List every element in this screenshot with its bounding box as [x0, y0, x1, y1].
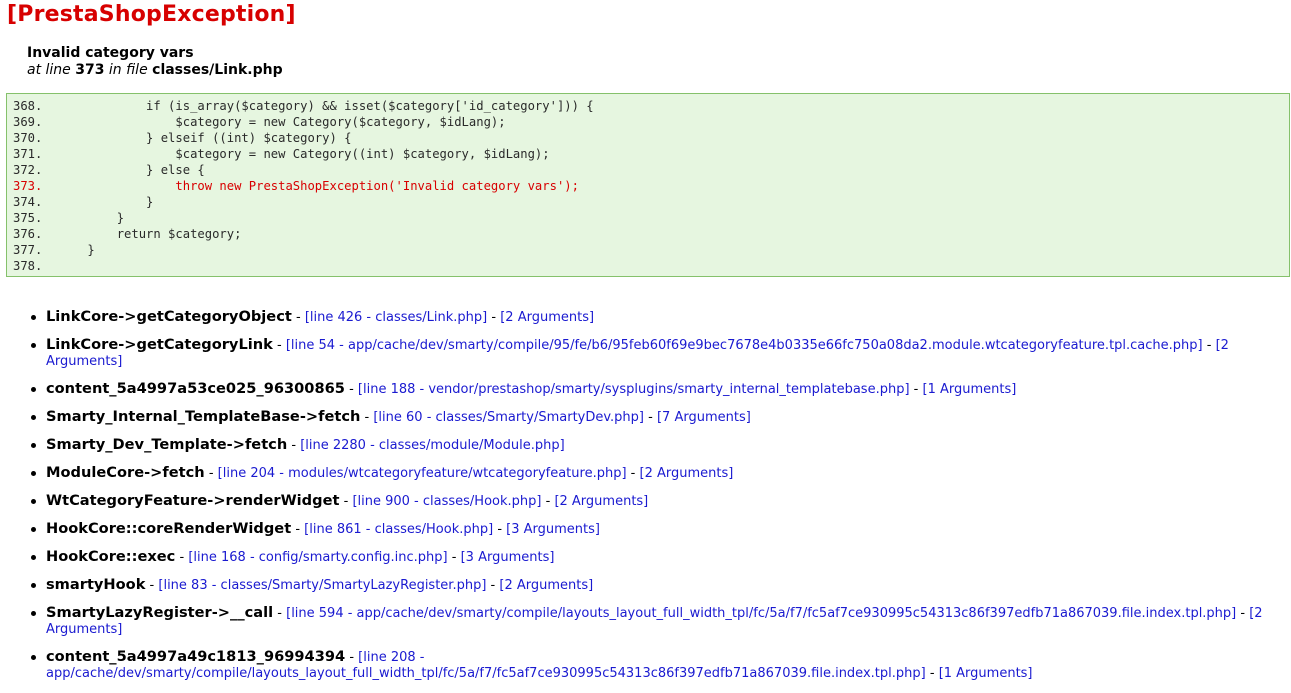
trace-arguments-link[interactable]: [1 Arguments]: [939, 666, 1033, 681]
trace-function: ModuleCore->fetch: [46, 464, 205, 481]
code-line: 374. }: [13, 194, 153, 210]
at-line-prefix: at line: [27, 62, 76, 78]
trace-item: SmartyLazyRegister->__call - [line 594 -…: [28, 605, 1288, 638]
trace-item: ModuleCore->fetch - [line 204 - modules/…: [28, 465, 1288, 482]
trace-location-link[interactable]: [line 83 - classes/Smarty/SmartyLazyRegi…: [158, 578, 486, 593]
line-number: 370.: [13, 131, 43, 145]
trace-item: HookCore::exec - [line 168 - config/smar…: [28, 549, 1288, 566]
trace-arguments-link[interactable]: [2 Arguments]: [500, 310, 594, 325]
code-text: }: [58, 243, 95, 257]
trace-location-link[interactable]: [line 188 - vendor/prestashop/smarty/sys…: [358, 382, 910, 397]
line-number: 377.: [13, 243, 43, 257]
line-number: 371.: [13, 147, 43, 161]
line-number: 375.: [13, 211, 43, 225]
exception-message: Invalid category vars: [27, 45, 194, 61]
trace-location-link[interactable]: [line 204 - modules/wtcategoryfeature/wt…: [218, 466, 627, 481]
code-text: }: [58, 195, 154, 209]
trace-arguments-link[interactable]: [1 Arguments]: [923, 382, 1017, 397]
line-number: 372.: [13, 163, 43, 177]
trace-location-link[interactable]: [line 426 - classes/Link.php]: [305, 310, 487, 325]
code-line: 378.: [13, 258, 58, 274]
trace-location-link[interactable]: [line 168 - config/smarty.config.inc.php…: [188, 550, 447, 565]
code-line: 377. }: [13, 242, 95, 258]
code-excerpt: 368. if (is_array($category) && isset($c…: [6, 93, 1290, 277]
line-number: 374.: [13, 195, 43, 209]
trace-function: Smarty_Dev_Template->fetch: [46, 436, 288, 453]
trace-arguments-link[interactable]: [3 Arguments]: [461, 550, 555, 565]
exception-line: 373: [75, 62, 105, 78]
trace-function: Smarty_Internal_TemplateBase->fetch: [46, 408, 361, 425]
exception-location: at line 373 in file classes/Link.php: [27, 62, 283, 78]
code-text: if (is_array($category) && isset($catego…: [58, 99, 594, 113]
trace-item: content_5a4997a49c1813_96994394 - [line …: [28, 649, 1288, 682]
trace-item: LinkCore->getCategoryObject - [line 426 …: [28, 309, 1288, 326]
code-line: 372. } else {: [13, 162, 205, 178]
line-number: 373.: [13, 179, 43, 193]
code-text: $category = new Category((int) $category…: [58, 147, 550, 161]
trace-arguments-link[interactable]: [2 Arguments]: [640, 466, 734, 481]
in-file-text: in file: [104, 62, 153, 78]
code-line: 368. if (is_array($category) && isset($c…: [13, 98, 594, 114]
trace-function: smartyHook: [46, 576, 146, 593]
trace-item: Smarty_Dev_Template->fetch - [line 2280 …: [28, 437, 1288, 454]
trace-function: HookCore::exec: [46, 548, 176, 565]
trace-function: WtCategoryFeature->renderWidget: [46, 492, 340, 509]
line-number: 378.: [13, 259, 43, 273]
code-text: throw new PrestaShopException('Invalid c…: [58, 179, 579, 193]
trace-arguments-link[interactable]: [7 Arguments]: [657, 410, 751, 425]
trace-function: LinkCore->getCategoryLink: [46, 336, 273, 353]
code-line: 371. $category = new Category((int) $cat…: [13, 146, 550, 162]
trace-location-link[interactable]: [line 54 - app/cache/dev/smarty/compile/…: [286, 338, 1203, 353]
code-line: 375. }: [13, 210, 124, 226]
trace-location-link[interactable]: [line 900 - classes/Hook.php]: [352, 494, 541, 509]
trace-location-link[interactable]: [line 861 - classes/Hook.php]: [304, 522, 493, 537]
code-text: $category = new Category($category, $idL…: [58, 115, 506, 129]
trace-function: content_5a4997a49c1813_96994394: [46, 648, 346, 665]
trace-function: SmartyLazyRegister->__call: [46, 604, 274, 621]
trace-function: HookCore::coreRenderWidget: [46, 520, 292, 537]
code-line-error: 373. throw new PrestaShopException('Inva…: [13, 178, 579, 194]
exception-title: [PrestaShopException]: [7, 2, 296, 27]
trace-function: LinkCore->getCategoryObject: [46, 308, 292, 325]
trace-item: smartyHook - [line 83 - classes/Smarty/S…: [28, 577, 1288, 594]
trace-location-link[interactable]: [line 60 - classes/Smarty/SmartyDev.php]: [373, 410, 644, 425]
trace-item: LinkCore->getCategoryLink - [line 54 - a…: [28, 337, 1288, 370]
code-text: } elseif ((int) $category) {: [58, 131, 352, 145]
code-line: 369. $category = new Category($category,…: [13, 114, 506, 130]
line-number: 368.: [13, 99, 43, 113]
stack-trace: LinkCore->getCategoryObject - [line 426 …: [28, 309, 1288, 693]
code-line: 370. } elseif ((int) $category) {: [13, 130, 352, 146]
trace-location-link[interactable]: [line 594 - app/cache/dev/smarty/compile…: [286, 606, 1236, 621]
exception-file: classes/Link.php: [152, 62, 283, 78]
trace-arguments-link[interactable]: [3 Arguments]: [506, 522, 600, 537]
line-number: 369.: [13, 115, 43, 129]
code-line: 376. return $category;: [13, 226, 241, 242]
trace-arguments-link[interactable]: [2 Arguments]: [499, 578, 593, 593]
trace-item: HookCore::coreRenderWidget - [line 861 -…: [28, 521, 1288, 538]
trace-arguments-link[interactable]: [2 Arguments]: [554, 494, 648, 509]
code-text: }: [58, 211, 125, 225]
code-text: return $category;: [58, 227, 242, 241]
trace-item: content_5a4997a53ce025_96300865 - [line …: [28, 381, 1288, 398]
code-text: } else {: [58, 163, 205, 177]
trace-location-link[interactable]: [line 2280 - classes/module/Module.php]: [300, 438, 564, 453]
line-number: 376.: [13, 227, 43, 241]
trace-function: content_5a4997a53ce025_96300865: [46, 380, 345, 397]
trace-item: WtCategoryFeature->renderWidget - [line …: [28, 493, 1288, 510]
trace-item: Smarty_Internal_TemplateBase->fetch - [l…: [28, 409, 1288, 426]
